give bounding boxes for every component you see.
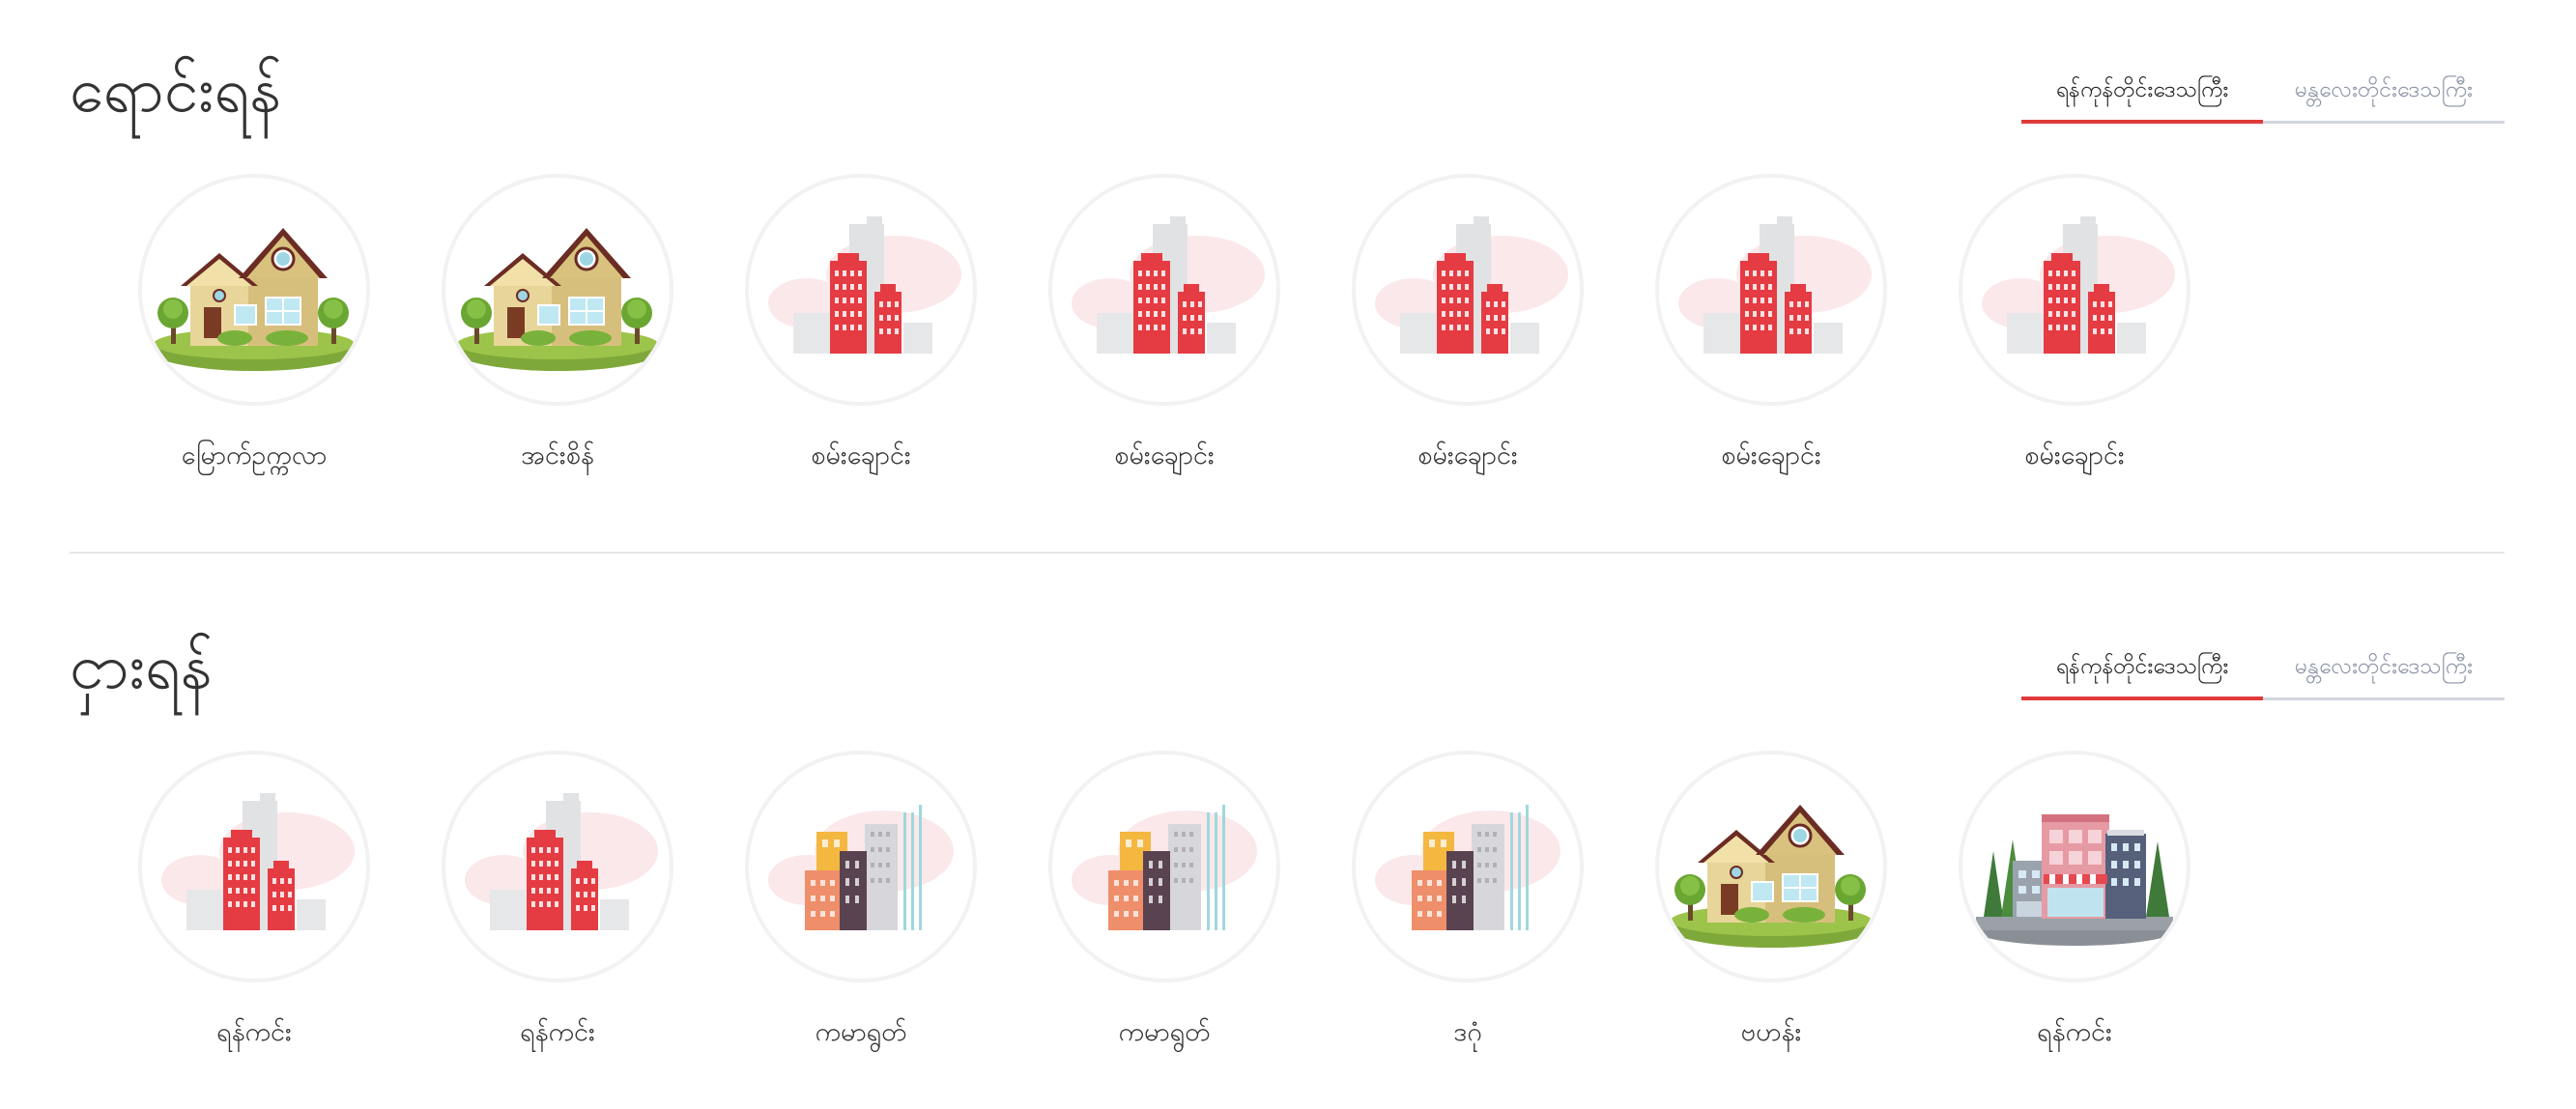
city-buildings-icon bbox=[1048, 751, 1280, 982]
red-buildings-icon bbox=[442, 751, 673, 982]
township-label: ကမာရွတ် bbox=[815, 1017, 907, 1047]
sale-township-item[interactable]: မြောက်ဥက္ကလာ bbox=[102, 174, 406, 477]
rent-tab-mandalay[interactable]: မန္တလေးတိုင်းဒေသကြီး bbox=[2263, 652, 2504, 700]
sale-township-item[interactable]: အင်းစိန် bbox=[406, 174, 709, 477]
house-icon bbox=[138, 174, 370, 406]
sale-township-item[interactable]: စမ်းချောင်း bbox=[1619, 174, 1923, 477]
sale-township-item[interactable]: စမ်းချောင်း bbox=[1316, 174, 1619, 477]
township-label: အင်းစိန် bbox=[521, 441, 594, 470]
township-label: မြောက်ဥက္ကလာ bbox=[181, 441, 328, 470]
rent-township-list: ရန်ကင်း ရန်ကင်း ကမာရွတ် ကမာရွတ် ဒဂုံ ဗဟန… bbox=[102, 751, 2226, 1054]
red-buildings-icon bbox=[1959, 174, 2190, 406]
sale-township-item[interactable]: စမ်းချောင်း bbox=[709, 174, 1013, 477]
rent-township-item[interactable]: ရန်ကင်း bbox=[102, 751, 406, 1054]
rent-tab-yangon[interactable]: ရန်ကုန်တိုင်းဒေသကြီး bbox=[2021, 652, 2263, 700]
township-label: စမ်းချောင်း bbox=[1721, 441, 1821, 470]
rent-township-item[interactable]: ဗဟန်း bbox=[1619, 751, 1923, 1054]
sale-township-list: မြောက်ဥက္ကလာ အင်းစိန် စမ်းချောင်း စမ်းချ… bbox=[102, 174, 2226, 477]
red-buildings-icon bbox=[1352, 174, 1584, 406]
red-buildings-icon bbox=[1048, 174, 1280, 406]
township-label: ဒဂုံ bbox=[1453, 1017, 1482, 1047]
city-buildings-icon bbox=[745, 751, 977, 982]
rent-region-tabs: ရန်ကုန်တိုင်းဒေသကြီး မန္တလေးတိုင်းဒေသကြီ… bbox=[2021, 652, 2504, 700]
rent-township-item[interactable]: ရန်ကင်း bbox=[1923, 751, 2226, 1054]
township-label: စမ်းချောင်း bbox=[2024, 441, 2125, 470]
sale-region-tabs: ရန်ကုန်တိုင်းဒေသကြီး မန္တလေးတိုင်းဒေသကြီ… bbox=[2021, 75, 2504, 124]
red-buildings-icon bbox=[1655, 174, 1887, 406]
township-label: ကမာရွတ် bbox=[1118, 1017, 1211, 1047]
red-buildings-icon bbox=[138, 751, 370, 982]
rent-section-title: ငှားရန် bbox=[70, 632, 213, 703]
rent-township-item[interactable]: ဒဂုံ bbox=[1316, 751, 1619, 1054]
house-icon bbox=[442, 174, 673, 406]
township-label: ဗဟန်း bbox=[1740, 1017, 1802, 1047]
commercial-building-icon bbox=[1959, 751, 2190, 982]
sale-tab-yangon[interactable]: ရန်ကုန်တိုင်းဒေသကြီး bbox=[2021, 75, 2263, 124]
township-label: စမ်းချောင်း bbox=[811, 441, 911, 470]
township-label: ရန်ကင်း bbox=[216, 1017, 292, 1047]
house-icon bbox=[1655, 751, 1887, 982]
sale-section-title: ရောင်းရန် bbox=[70, 55, 282, 127]
red-buildings-icon bbox=[745, 174, 977, 406]
rent-township-item[interactable]: ရန်ကင်း bbox=[406, 751, 709, 1054]
sale-township-item[interactable]: စမ်းချောင်း bbox=[1923, 174, 2226, 477]
city-buildings-icon bbox=[1352, 751, 1584, 982]
township-label: ရန်ကင်း bbox=[2037, 1017, 2112, 1047]
section-divider bbox=[70, 552, 2504, 554]
township-label: ရန်ကင်း bbox=[520, 1017, 595, 1047]
rent-township-item[interactable]: ကမာရွတ် bbox=[709, 751, 1013, 1054]
rent-township-item[interactable]: ကမာရွတ် bbox=[1013, 751, 1316, 1054]
township-label: စမ်းချောင်း bbox=[1417, 441, 1518, 470]
township-label: စမ်းချောင်း bbox=[1114, 441, 1215, 470]
sale-tab-mandalay[interactable]: မန္တလေးတိုင်းဒေသကြီး bbox=[2263, 75, 2504, 124]
sale-township-item[interactable]: စမ်းချောင်း bbox=[1013, 174, 1316, 477]
